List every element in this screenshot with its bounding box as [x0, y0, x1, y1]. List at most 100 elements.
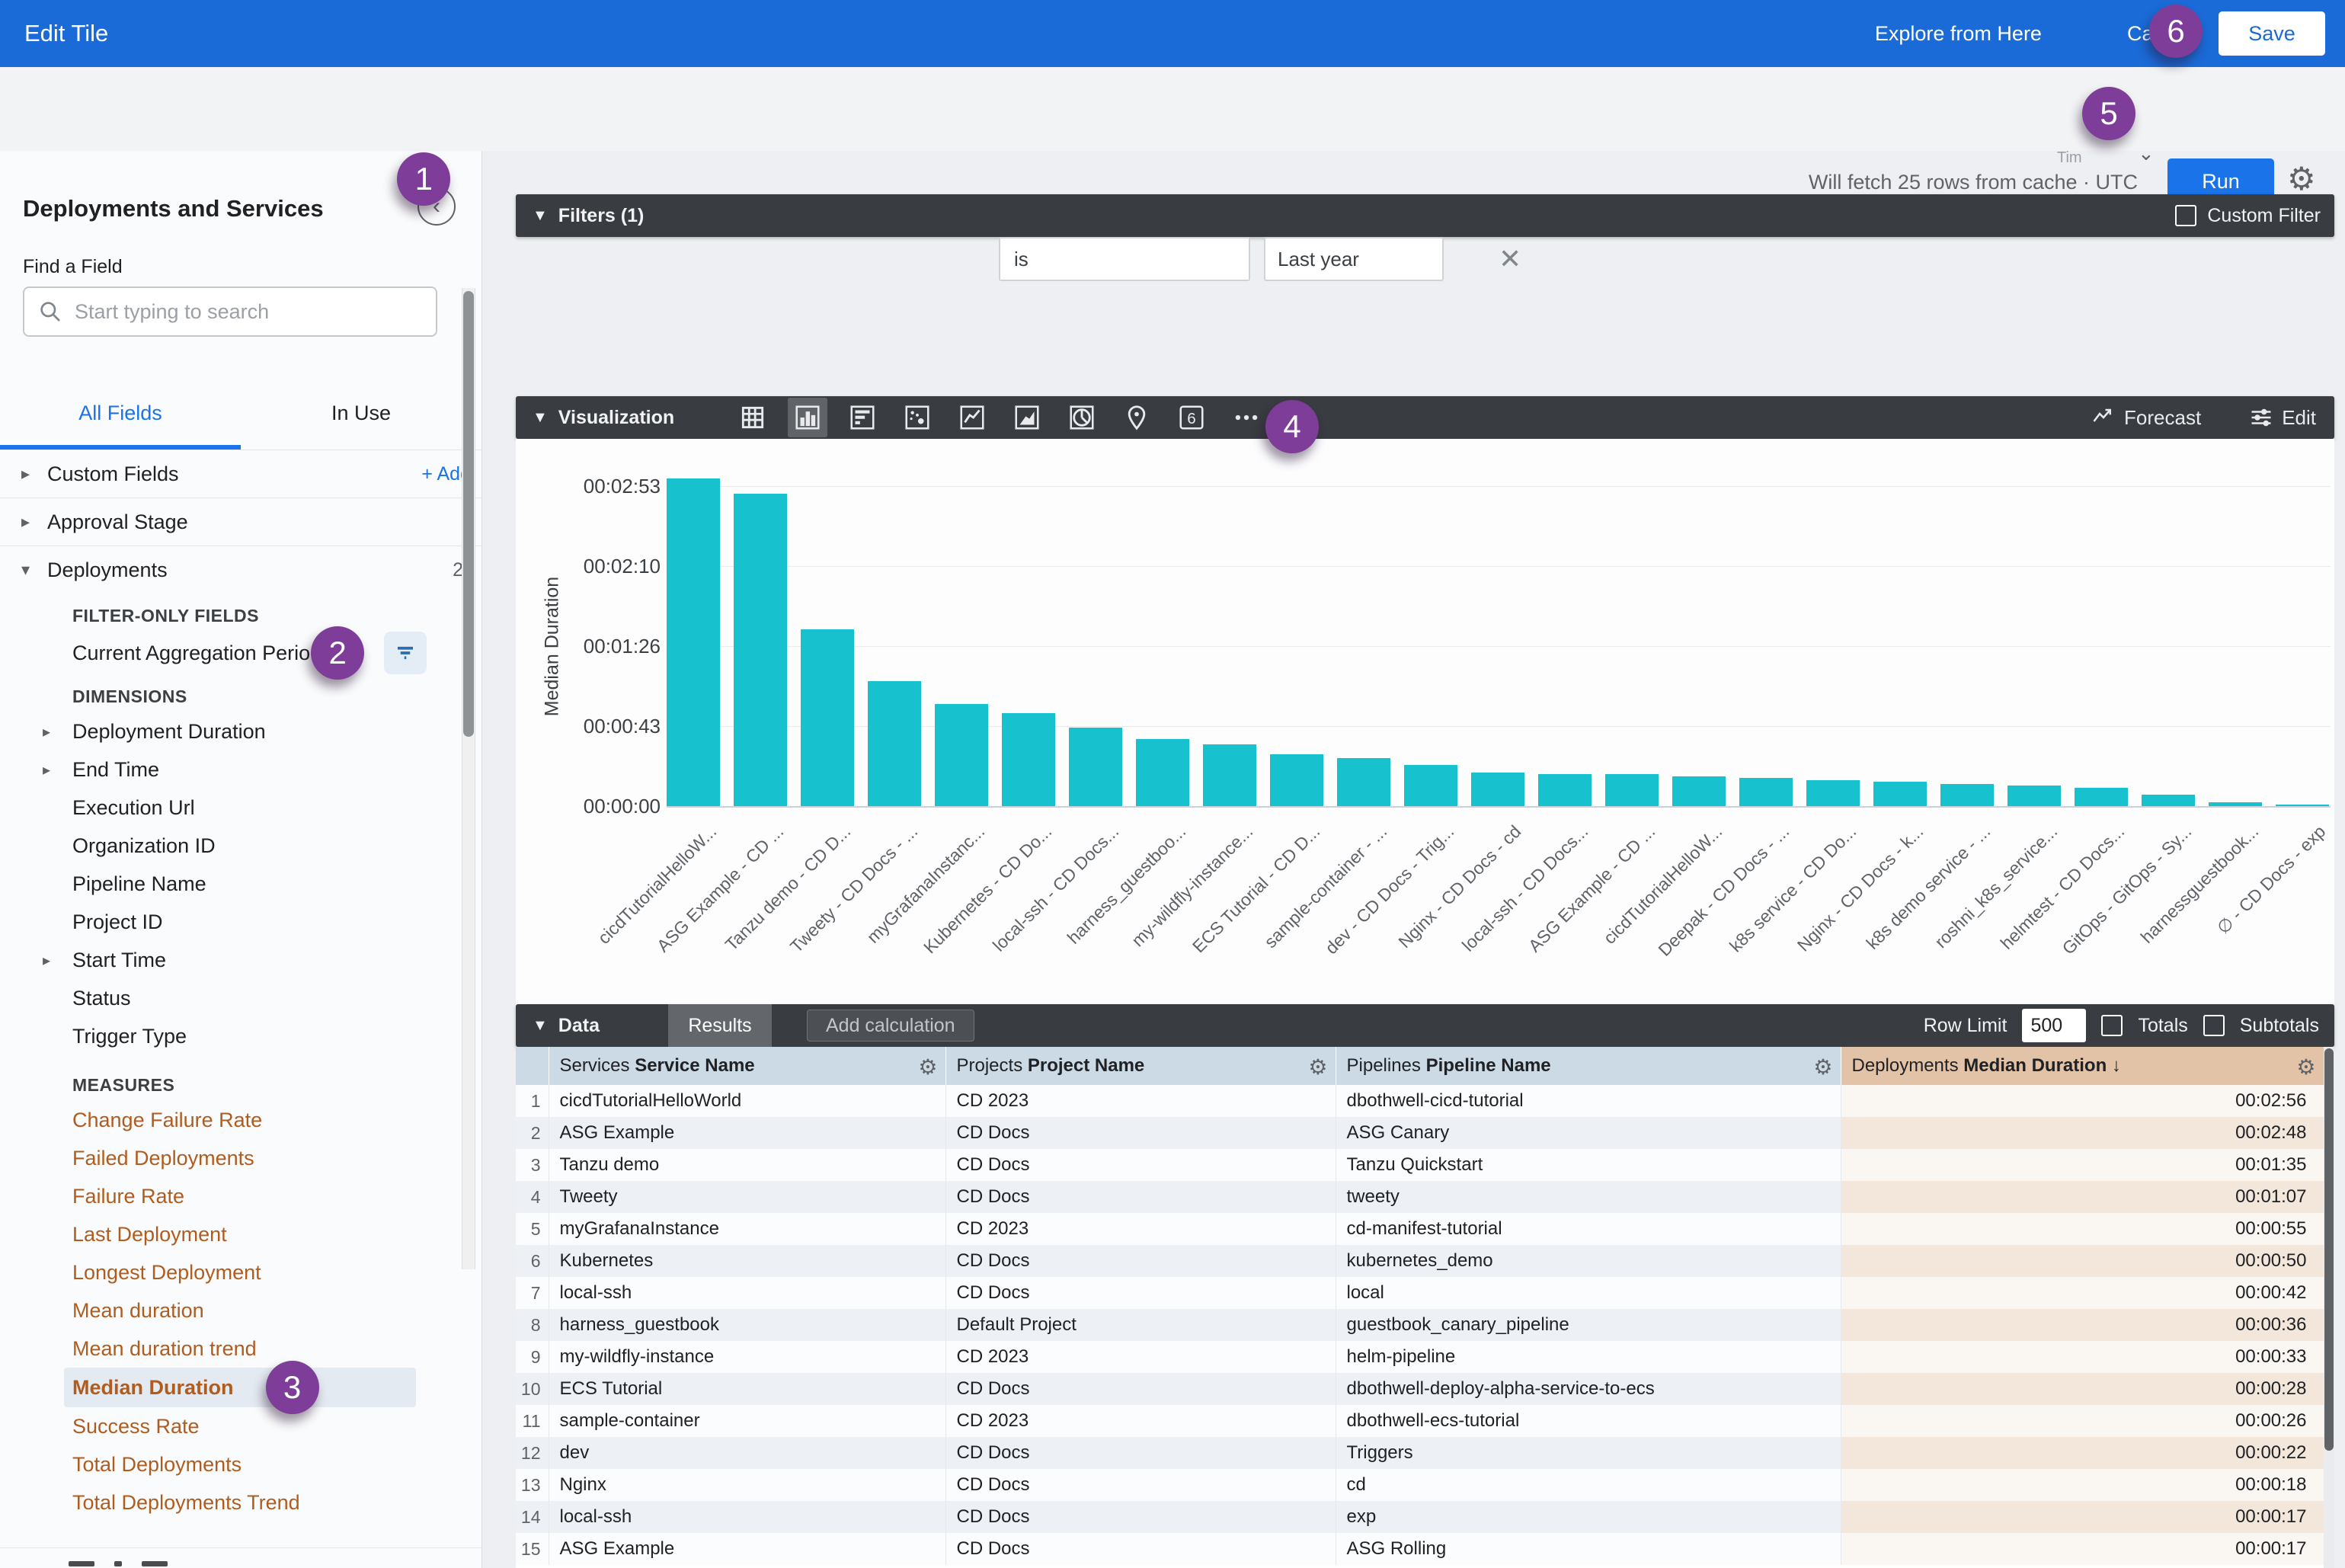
tab-results[interactable]: Results [668, 1004, 772, 1047]
sidebar-item-organization-id[interactable]: Organization ID [0, 827, 481, 865]
caret-right-icon[interactable]: ▸ [21, 512, 47, 532]
totals-checkbox[interactable] [2101, 1015, 2123, 1036]
bar[interactable] [2007, 786, 2061, 806]
add-calculation-button[interactable]: Add calculation [807, 1010, 974, 1042]
table-scrollbar[interactable] [2324, 1047, 2334, 1568]
filter-operator-select[interactable]: is [999, 237, 1250, 281]
timezone-label[interactable]: Tim [2057, 149, 2082, 167]
bar[interactable] [2209, 802, 2262, 806]
column-header-pipeline-name[interactable]: Pipelines Pipeline Name⚙ [1336, 1047, 1841, 1085]
sidebar-item-total-deployments-trend[interactable]: Total Deployments Trend [0, 1483, 481, 1522]
sidebar-group-deployments[interactable]: ▾Deployments2 [0, 546, 481, 594]
bar[interactable] [734, 494, 787, 806]
sidebar-item-deployment-duration[interactable]: ▸Deployment Duration [0, 712, 481, 750]
caret-right-icon[interactable]: ▸ [21, 464, 47, 484]
explore-from-here-link[interactable]: Explore from Here [1875, 22, 2042, 46]
sidebar-item-project-id[interactable]: Project ID [0, 903, 481, 941]
field-search-box[interactable] [23, 286, 437, 337]
viz-type-map-icon[interactable] [1117, 398, 1157, 437]
bar[interactable] [1806, 780, 1860, 806]
sidebar-item-pipeline-name[interactable]: Pipeline Name [0, 865, 481, 903]
bar[interactable] [868, 681, 921, 806]
gear-icon[interactable]: ⚙ [2287, 160, 2316, 197]
viz-type-line-icon[interactable] [952, 398, 992, 437]
custom-filter-checkbox[interactable] [2175, 205, 2196, 226]
bar[interactable] [1203, 744, 1256, 806]
sidebar-item-trigger-type[interactable]: Trigger Type [0, 1017, 481, 1055]
viz-type-column-list-icon[interactable] [843, 398, 882, 437]
field-search-input[interactable] [73, 299, 436, 325]
caret-right-icon[interactable]: ▸ [43, 760, 50, 779]
sidebar-item-total-deployments[interactable]: Total Deployments [0, 1445, 481, 1483]
gear-icon[interactable]: ⚙ [918, 1054, 937, 1080]
filter-value-input[interactable] [1264, 237, 1444, 281]
bar[interactable] [935, 704, 988, 806]
sidebar-scrollbar[interactable] [462, 288, 475, 1269]
viz-type-bar-icon[interactable] [788, 398, 827, 437]
sidebar-item-last-deployment[interactable]: Last Deployment [0, 1215, 481, 1253]
sidebar-item-median-duration[interactable]: Median Duration3 [64, 1368, 416, 1407]
row-limit-input[interactable] [2022, 1009, 2086, 1042]
sidebar-group-custom-fields[interactable]: ▸Custom Fields+ Add [0, 450, 481, 498]
viz-type-pie-icon[interactable] [1062, 398, 1102, 437]
bar[interactable] [1605, 774, 1659, 806]
sidebar-item-success-rate[interactable]: Success Rate [0, 1407, 481, 1445]
sidebar-item-end-time[interactable]: ▸End Time [0, 750, 481, 789]
bar[interactable] [2276, 805, 2329, 806]
viz-type-table-icon[interactable] [733, 398, 773, 437]
caret-right-icon[interactable]: ▸ [43, 951, 50, 970]
edit-viz-button[interactable]: Edit [2250, 406, 2316, 430]
viz-type-single-value-icon[interactable]: 6 [1172, 398, 1211, 437]
bar[interactable] [801, 629, 854, 806]
sidebar-item-execution-url[interactable]: Execution Url [0, 789, 481, 827]
table-scrollbar-thumb[interactable] [2324, 1048, 2334, 1451]
save-button[interactable]: Save [2219, 11, 2325, 56]
bar[interactable] [1538, 774, 1592, 806]
bar[interactable] [2142, 795, 2195, 806]
bar[interactable] [1069, 728, 1122, 806]
sidebar-item-mean-duration-trend[interactable]: Mean duration trend [0, 1330, 481, 1368]
sidebar-item-start-time[interactable]: ▸Start Time [0, 941, 481, 979]
bar[interactable] [1270, 754, 1323, 806]
gear-icon[interactable]: ⚙ [1813, 1054, 1832, 1080]
sidebar-scrollbar-thumb[interactable] [463, 291, 474, 737]
bar[interactable] [1672, 776, 1726, 806]
caret-right-icon[interactable]: ▸ [43, 722, 50, 741]
bar[interactable] [1873, 782, 1927, 806]
bar[interactable] [1002, 713, 1055, 806]
viz-type-scatter-icon[interactable] [897, 398, 937, 437]
bar[interactable] [2075, 788, 2128, 806]
bar[interactable] [1337, 758, 1390, 806]
bar[interactable] [1404, 765, 1457, 806]
sidebar-group-approval-stage[interactable]: ▸Approval Stage [0, 498, 481, 546]
remove-filter-icon[interactable]: ✕ [1499, 237, 1521, 281]
collapse-caret-icon[interactable]: ▼ [533, 409, 548, 427]
tab-all-fields[interactable]: All Fields [0, 376, 241, 450]
chevron-down-icon[interactable]: ⌄ [2138, 142, 2155, 165]
sidebar-item-longest-deployment[interactable]: Longest Deployment [0, 1253, 481, 1291]
sidebar-item-mean-duration[interactable]: Mean duration [0, 1291, 481, 1330]
gear-icon[interactable]: ⚙ [1308, 1054, 1327, 1080]
filter-icon[interactable] [384, 632, 427, 674]
sidebar-item-status[interactable]: Status [0, 979, 481, 1017]
sidebar-item-current-aggregation-period[interactable]: Current Aggregation Period2 [0, 632, 481, 674]
bar[interactable] [1739, 778, 1793, 806]
caret-down-icon[interactable]: ▾ [21, 560, 47, 580]
column-header-project-name[interactable]: Projects Project Name⚙ [945, 1047, 1336, 1085]
forecast-button[interactable]: Forecast [2092, 406, 2201, 430]
sidebar-item-change-failure-rate[interactable]: Change Failure Rate [0, 1101, 481, 1139]
bar[interactable] [667, 478, 720, 806]
bar[interactable] [1940, 784, 1994, 806]
viz-type-area-icon[interactable] [1007, 398, 1047, 437]
subtotals-checkbox[interactable] [2203, 1015, 2225, 1036]
sidebar-item-failure-rate[interactable]: Failure Rate [0, 1177, 481, 1215]
collapse-caret-icon[interactable]: ▼ [533, 1017, 548, 1035]
tab-in-use[interactable]: In Use [241, 376, 481, 450]
column-header-service-name[interactable]: Services Service Name⚙ [549, 1047, 945, 1085]
gear-icon[interactable]: ⚙ [2296, 1054, 2315, 1080]
collapse-caret-icon[interactable]: ▼ [533, 207, 548, 225]
column-header-median-duration[interactable]: Deployments Median Duration ↓⚙ [1841, 1047, 2324, 1085]
bar[interactable] [1471, 773, 1524, 806]
bar[interactable] [1136, 739, 1189, 806]
sidebar-item-failed-deployments[interactable]: Failed Deployments [0, 1139, 481, 1177]
